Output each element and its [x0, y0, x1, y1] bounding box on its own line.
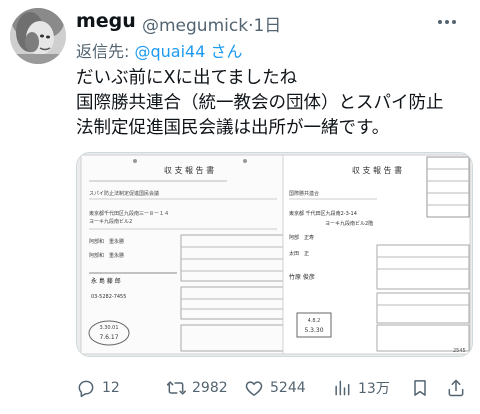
right-document: 収 支 報 告 書 国際勝共連合 東京都 千代田区九段南2-3-14 ヨーキ九段… [282, 154, 471, 355]
left-doc-title: 収 支 報 告 書 [164, 165, 214, 175]
share-button[interactable] [446, 378, 466, 398]
reply-context: 返信先: @quai44 さん [76, 38, 243, 62]
left-doc-address: 東京都千代田区九段南三ー８ー１４ [89, 210, 169, 217]
right-doc-address: 東京都 千代田区九段南2-3-14 [289, 210, 357, 217]
right-doc-handwritten-name: 竹原 俊彦 [289, 273, 315, 281]
author-handle[interactable]: @megumick [142, 16, 248, 36]
author-name[interactable]: megu [76, 10, 136, 32]
left-doc-accountant: 阿部和 重永勝 [89, 252, 124, 259]
left-doc-rep: 阿部和 重永勝 [89, 238, 124, 245]
views-chart-icon [335, 380, 350, 396]
right-doc-rep: 阿部 正寿 [289, 234, 314, 241]
left-document: 収 支 報 告 書 スパイ防止法制定促進国民会議 東京都千代田区九段南三ー８ー１… [80, 154, 297, 355]
repost-button[interactable]: 2982 [166, 378, 228, 398]
post-time[interactable]: 1日 [253, 16, 281, 36]
views-count: 13万 [358, 381, 390, 397]
heart-icon [245, 381, 263, 396]
share-icon [448, 379, 464, 397]
right-doc-accountant: 太田 正 [289, 250, 309, 257]
post-text-line: 法制定促進国民会議は出所が一緒です。 [76, 118, 390, 138]
repost-count: 2982 [192, 380, 228, 396]
more-options-button[interactable] [430, 10, 464, 34]
bookmark-button[interactable] [410, 378, 430, 398]
right-doc-stamp-date: 5.3.30 [304, 327, 323, 334]
post-media-image[interactable]: 収 支 報 告 書 スパイ防止法制定促進国民会議 東京都千代田区九段南三ー８ー１… [76, 152, 473, 357]
right-doc-org: 国際勝共連合 [289, 190, 319, 197]
reply-count: 12 [102, 380, 120, 396]
post-text-line: 国際勝共連合（統一教会の団体）とスパイ防止 [76, 93, 444, 113]
reply-icon [78, 380, 94, 398]
right-doc-page-number: 2545 [453, 348, 466, 354]
left-doc-stamp-top: 3.30.01 [99, 325, 118, 331]
left-doc-address-2: ヨーキ九段南ビル2 [89, 218, 132, 225]
like-count: 5244 [270, 380, 306, 396]
post-header: megu @megumick·1日 [76, 10, 470, 36]
right-doc-stamp-top: 4.8.2 [308, 318, 321, 324]
left-doc-stamp-date: 7.6.17 [99, 334, 118, 341]
reply-button[interactable]: 12 [76, 378, 120, 398]
right-doc-address-2: ヨーキ九段南ビル2階 [325, 220, 373, 227]
left-doc-org: スパイ防止法制定促進国民会議 [89, 190, 159, 197]
more-dot-icon [445, 20, 449, 24]
more-dot-icon [452, 20, 456, 24]
more-dot-icon [438, 20, 442, 24]
avatar-photo [10, 8, 66, 64]
left-doc-signer: 永 島 藤 郎 [91, 277, 121, 285]
reply-prefix: 返信先: [76, 42, 130, 61]
views-button[interactable]: 13万 [332, 378, 390, 398]
bookmark-icon [414, 380, 426, 396]
author-meta: @megumick·1日 [142, 11, 281, 36]
left-doc-phone: 03-5282-7455 [91, 294, 126, 300]
avatar[interactable] [10, 8, 66, 64]
reply-mention-link[interactable]: @quai44 さん [135, 42, 243, 61]
post-action-bar: 12 2982 5244 13万 [76, 378, 470, 404]
document-scan-image: 収 支 報 告 書 スパイ防止法制定促進国民会議 東京都千代田区九段南三ー８ー１… [77, 153, 472, 356]
like-button[interactable]: 5244 [244, 378, 306, 398]
repost-icon [166, 381, 186, 395]
post-text-line: だいぶ前にXに出てましたね [76, 68, 298, 88]
right-doc-title: 収 支 報 告 書 [352, 165, 402, 175]
post-text: だいぶ前にXに出てましたね 国際勝共連合（統一教会の団体）とスパイ防止 法制定促… [76, 66, 472, 141]
